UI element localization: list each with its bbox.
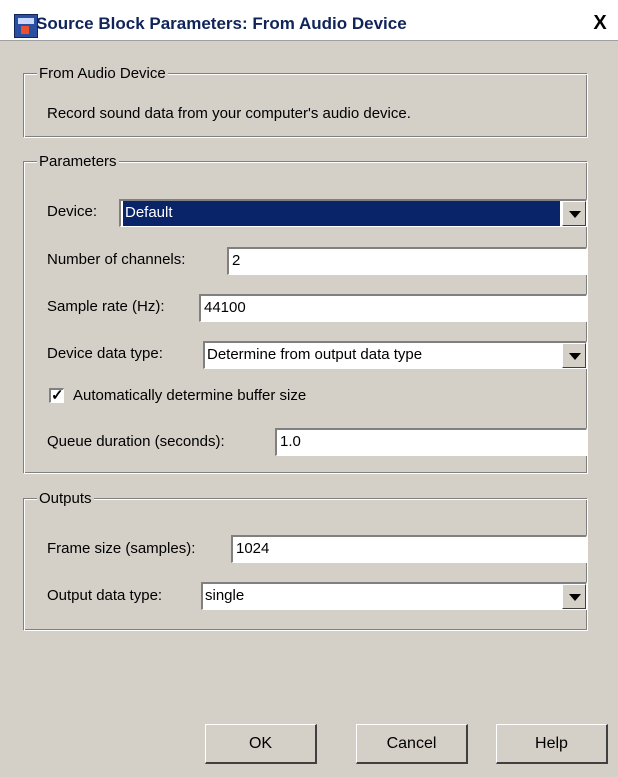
close-button[interactable]: X — [590, 12, 610, 34]
device-select[interactable]: Default — [119, 199, 587, 227]
device-value: Default — [123, 201, 560, 226]
device-label: Device: — [47, 203, 98, 220]
chevron-down-icon[interactable] — [562, 584, 586, 609]
help-button[interactable]: Help — [496, 724, 608, 764]
ok-button[interactable]: OK — [205, 724, 317, 764]
data-type-label: Device data type: — [47, 345, 163, 362]
auto-buffer-checkbox[interactable]: ✓ — [49, 388, 64, 403]
output-type-select[interactable]: single — [201, 582, 587, 610]
output-type-value: single — [205, 587, 245, 604]
simulink-block-icon — [14, 14, 38, 38]
queue-duration-label: Queue duration (seconds): — [47, 433, 225, 450]
parameters-legend: Parameters — [37, 153, 119, 170]
cancel-button[interactable]: Cancel — [356, 724, 468, 764]
data-type-select[interactable]: Determine from output data type — [203, 341, 587, 369]
sample-rate-label: Sample rate (Hz): — [47, 298, 165, 315]
parameters-group: Parameters Device: Default Number of cha… — [24, 153, 588, 474]
data-type-value: Determine from output data type — [207, 346, 423, 363]
outputs-legend: Outputs — [37, 490, 94, 507]
output-type-label: Output data type: — [47, 587, 163, 604]
outputs-group: Outputs Frame size (samples): 1024 Outpu… — [24, 490, 588, 631]
description-text: Record sound data from your computer's a… — [47, 105, 411, 122]
window-title: Source Block Parameters: From Audio Devi… — [36, 14, 407, 33]
chevron-down-icon[interactable] — [562, 343, 586, 368]
queue-duration-input[interactable]: 1.0 — [275, 428, 587, 456]
frame-size-label: Frame size (samples): — [47, 540, 196, 557]
description-group: From Audio Device Record sound data from… — [24, 65, 588, 138]
title-bar: Source Block Parameters: From Audio Devi… — [0, 0, 618, 41]
auto-buffer-label[interactable]: Automatically determine buffer size — [73, 387, 306, 404]
channels-input[interactable]: 2 — [227, 247, 587, 275]
sample-rate-input[interactable]: 44100 — [199, 294, 587, 322]
frame-size-input[interactable]: 1024 — [231, 535, 587, 563]
channels-label: Number of channels: — [47, 251, 186, 268]
chevron-down-icon[interactable] — [562, 201, 586, 226]
description-legend: From Audio Device — [37, 65, 168, 82]
